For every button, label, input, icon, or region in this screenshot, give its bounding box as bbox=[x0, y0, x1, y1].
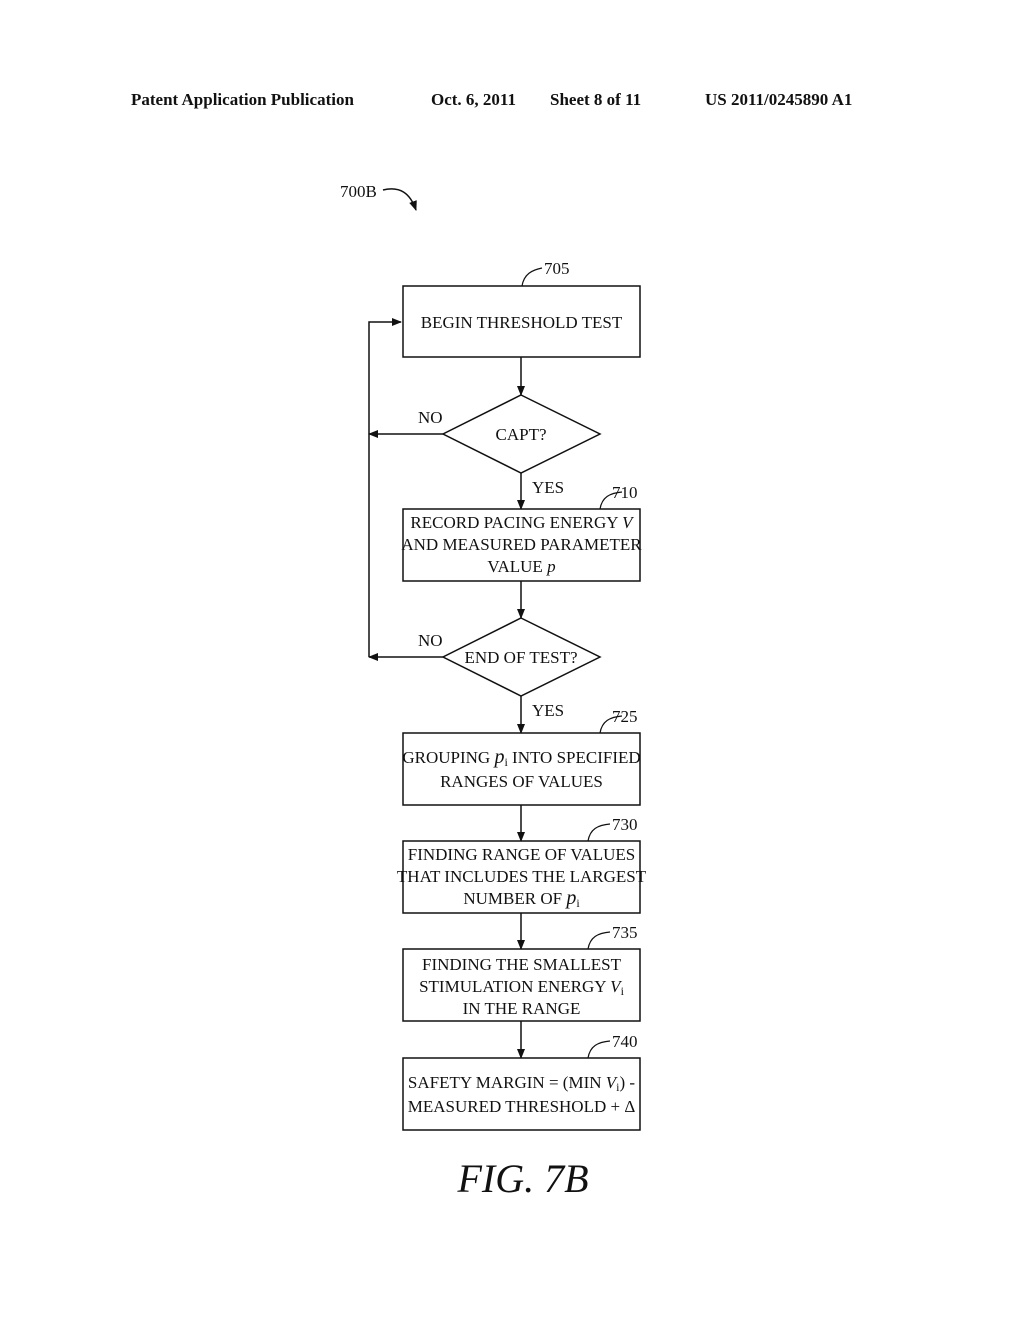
ref-710: 710 bbox=[612, 483, 638, 502]
var-p: p bbox=[492, 746, 504, 768]
figure-label: FIG. 7B bbox=[456, 1156, 588, 1201]
loop-back-line bbox=[368, 318, 402, 657]
node-capt: CAPT? bbox=[441, 394, 602, 474]
node-capt-text: CAPT? bbox=[496, 425, 547, 444]
node-710-line3-text: VALUE bbox=[487, 557, 547, 576]
node-end-text: END OF TEST? bbox=[464, 648, 577, 667]
leader-740 bbox=[587, 1040, 611, 1059]
var-p: p bbox=[564, 887, 576, 909]
label-no-end: NO bbox=[418, 631, 443, 650]
node-730-line2: THAT INCLUDES THE LARGEST bbox=[397, 867, 647, 886]
process-box-725 bbox=[402, 732, 641, 806]
node-725-line2: RANGES OF VALUES bbox=[440, 772, 603, 791]
node-710-line2: AND MEASURED PARAMETER bbox=[401, 535, 642, 554]
node-730-line3-pre: NUMBER OF bbox=[463, 889, 566, 908]
figure-ref-arrow bbox=[382, 188, 417, 211]
label-no-capt: NO bbox=[418, 408, 443, 427]
node-740-line1-post: ) - bbox=[620, 1073, 636, 1092]
node-710-line1: RECORD PACING ENERGY V bbox=[410, 513, 635, 532]
node-735-line2: STIMULATION ENERGY Vi bbox=[419, 977, 624, 998]
node-725-line1-post: INTO SPECIFIED bbox=[508, 748, 641, 767]
node-710-line3: VALUE p bbox=[487, 557, 555, 576]
process-box-740 bbox=[402, 1057, 641, 1131]
node-705-text: BEGIN THRESHOLD TEST bbox=[421, 313, 623, 332]
node-730-line3: NUMBER OF pi bbox=[463, 887, 580, 910]
node-735-line3: IN THE RANGE bbox=[463, 999, 581, 1018]
node-730: FINDING RANGE OF VALUES THAT INCLUDES TH… bbox=[397, 815, 647, 914]
ref-735: 735 bbox=[612, 923, 638, 942]
leader-730 bbox=[587, 823, 611, 842]
flowchart: 700B BEGIN THRESHOLD TEST 705 CAPT? NO Y… bbox=[340, 182, 647, 1201]
label-yes-end: YES bbox=[532, 701, 564, 720]
node-730-line1: FINDING RANGE OF VALUES bbox=[408, 845, 635, 864]
label-yes-capt: YES bbox=[532, 478, 564, 497]
node-740-line1: SAFETY MARGIN = (MIN Vi) - bbox=[408, 1073, 636, 1094]
var-p: p bbox=[546, 557, 556, 576]
ref-730: 730 bbox=[612, 815, 638, 834]
node-735-line2-pre: STIMULATION ENERGY bbox=[419, 977, 610, 996]
node-725-line1: GROUPING pi INTO SPECIFIED bbox=[402, 746, 640, 769]
leader-735 bbox=[587, 931, 611, 950]
node-705: BEGIN THRESHOLD TEST 705 bbox=[402, 259, 641, 358]
node-740-line2: MEASURED THRESHOLD + Δ bbox=[408, 1097, 636, 1116]
ref-740: 740 bbox=[612, 1032, 638, 1051]
node-725-line1-pre: GROUPING bbox=[402, 748, 494, 767]
node-end-of-test: END OF TEST? bbox=[441, 617, 602, 697]
node-710: RECORD PACING ENERGY V AND MEASURED PARA… bbox=[401, 483, 642, 582]
leader-705 bbox=[521, 267, 543, 287]
figure-ref-label: 700B bbox=[340, 182, 377, 201]
node-735-line1: FINDING THE SMALLEST bbox=[422, 955, 622, 974]
ref-725: 725 bbox=[612, 707, 638, 726]
node-710-line1-text: RECORD PACING ENERGY bbox=[410, 513, 622, 532]
node-740-line1-pre: SAFETY MARGIN = (MIN bbox=[408, 1073, 606, 1092]
ref-705: 705 bbox=[544, 259, 570, 278]
